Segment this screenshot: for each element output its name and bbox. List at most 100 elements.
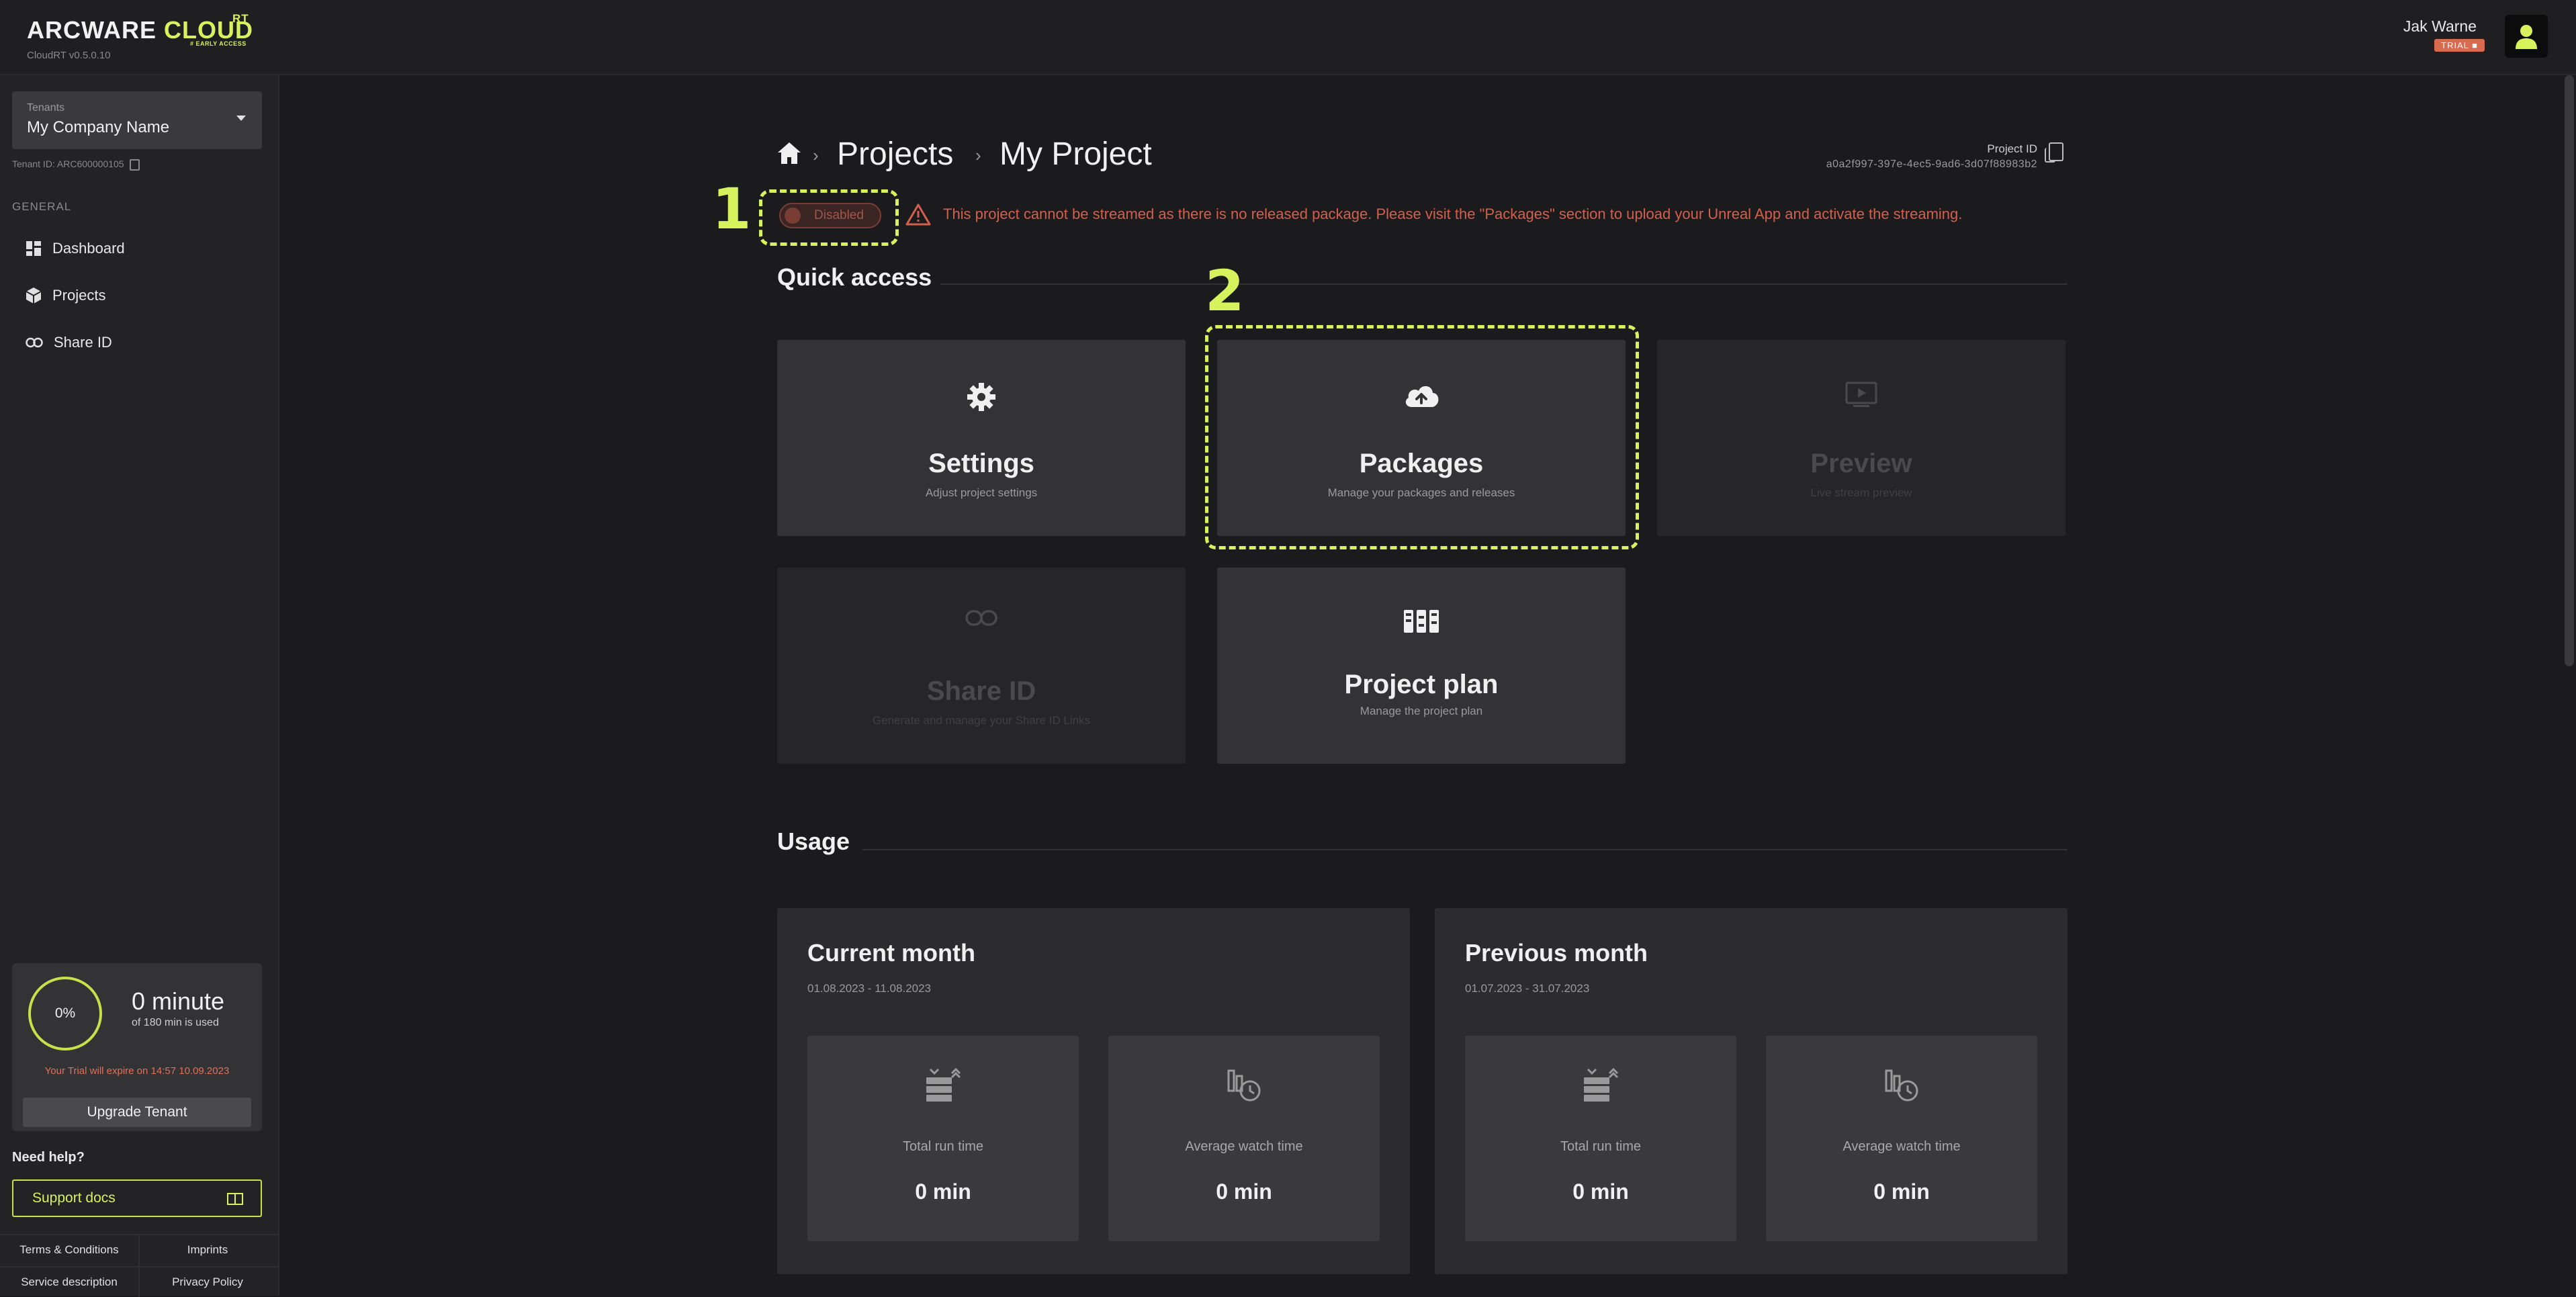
breadcrumb-separator: › — [813, 145, 819, 165]
link-icon — [965, 610, 997, 626]
panel-title: Current month — [807, 939, 975, 967]
stat-label: Total run time — [1560, 1139, 1642, 1154]
tile-title: Project plan — [1344, 670, 1499, 699]
logo-superscript: RT — [232, 12, 249, 25]
usage-minutes: 0 minute — [132, 987, 225, 1015]
usage-panel-previous-month: Previous month 01.07.2023 - 31.07.2023 T… — [1435, 908, 2068, 1274]
stat-label: Average watch time — [1842, 1139, 1961, 1154]
stat-value: 0 min — [1216, 1179, 1272, 1204]
user-name[interactable]: Jak Warne — [2403, 17, 2477, 36]
section-divider — [862, 849, 2068, 850]
panel-title: Previous month — [1465, 939, 1648, 967]
stat-value: 0 min — [915, 1179, 971, 1204]
lock-icon: ■ — [2472, 40, 2478, 50]
book-icon — [227, 1193, 243, 1205]
quick-access-heading: Quick access — [777, 263, 932, 291]
stat-total-run-time: Total run time 0 min — [807, 1036, 1079, 1241]
watch-time-icon — [1227, 1069, 1261, 1102]
sidebar-item-dashboard[interactable]: Dashboard — [26, 234, 125, 263]
warning-text: This project cannot be streamed as there… — [943, 206, 1963, 222]
tile-subtitle: Adjust project settings — [925, 486, 1038, 499]
early-access-label: # EARLY ACCESS — [190, 40, 247, 47]
annotation-marker-2: 2 — [1205, 258, 1245, 324]
section-divider — [940, 283, 2068, 285]
play-screen-icon — [1845, 382, 1877, 407]
dashboard-icon — [26, 241, 41, 256]
footer-divider — [0, 1266, 278, 1267]
stat-value: 0 min — [1873, 1179, 1930, 1204]
plan-icon — [1404, 610, 1439, 633]
breadcrumb-separator: › — [975, 145, 981, 165]
sidebar-item-share-id[interactable]: Share ID — [26, 328, 112, 357]
sidebar-item-label: Projects — [52, 287, 106, 304]
project-id-value: a0a2f997-397e-4ec5-9ad6-3d07f88983b2 — [1826, 159, 2037, 170]
usage-minutes-sub: of 180 min is used — [132, 1017, 219, 1028]
stat-value: 0 min — [1572, 1179, 1629, 1204]
breadcrumb-projects[interactable]: Projects — [837, 136, 953, 173]
sidebar-item-label: Dashboard — [52, 240, 125, 257]
warning-icon — [905, 204, 931, 226]
cloud-upload-icon — [1405, 386, 1439, 407]
usage-panel-current-month: Current month 01.08.2023 - 11.08.2023 To… — [777, 908, 1410, 1274]
support-docs-button[interactable]: Support docs — [12, 1179, 262, 1217]
tile-settings[interactable]: Settings Adjust project settings — [777, 340, 1186, 536]
imprints-link[interactable]: Imprints — [138, 1243, 277, 1257]
tile-subtitle: Live stream preview — [1810, 486, 1912, 499]
sidebar-item-projects[interactable]: Projects — [26, 281, 105, 310]
nav-section-label: GENERAL — [12, 200, 72, 213]
service-description-link[interactable]: Service description — [0, 1276, 138, 1289]
page-title: My Project — [1000, 136, 1152, 172]
terms-link[interactable]: Terms & Conditions — [0, 1243, 138, 1257]
tenant-select-label: Tenants — [27, 102, 65, 114]
tile-subtitle: Manage the project plan — [1360, 705, 1483, 717]
server-icon — [926, 1067, 961, 1102]
trial-expiry-text: Your Trial will expire on 14:57 10.09.20… — [44, 1065, 230, 1077]
copy-icon[interactable] — [129, 159, 140, 171]
page-scrollbar[interactable] — [2565, 75, 2574, 666]
tenant-select[interactable]: Tenants My Company Name — [12, 91, 262, 149]
stat-total-run-time: Total run time 0 min — [1465, 1036, 1736, 1241]
trial-badge: TRIAL ■ — [2434, 39, 2485, 52]
tile-title: Share ID — [926, 676, 1036, 706]
user-icon — [2516, 25, 2537, 49]
sidebar-footer-links: Terms & Conditions Imprints Service desc… — [0, 1234, 278, 1297]
tile-share-id: Share ID Generate and manage your Share … — [777, 568, 1186, 764]
panel-date-range: 01.07.2023 - 31.07.2023 — [1465, 982, 1590, 995]
sidebar-item-label: Share ID — [54, 334, 112, 351]
toggle-label: Disabled — [814, 208, 864, 222]
support-docs-label: Support docs — [32, 1190, 116, 1206]
tile-project-plan[interactable]: Project plan Manage the project plan — [1217, 568, 1626, 764]
tenant-select-value: My Company Name — [27, 118, 170, 136]
tile-title: Settings — [928, 449, 1034, 478]
panel-date-range: 01.08.2023 - 11.08.2023 — [807, 982, 932, 995]
need-help-heading: Need help? — [12, 1150, 85, 1165]
tile-packages[interactable]: Packages Manage your packages and releas… — [1217, 340, 1626, 536]
toggle-knob — [785, 208, 801, 224]
user-avatar-button[interactable] — [2505, 15, 2548, 58]
top-bar: ARCWARE CLOUD RT # EARLY ACCESS CloudRT v… — [0, 0, 2576, 75]
privacy-policy-link[interactable]: Privacy Policy — [138, 1276, 277, 1289]
tenant-id: Tenant ID: ARC600000105 — [12, 159, 140, 171]
home-icon[interactable] — [776, 141, 802, 165]
tile-title: Preview — [1810, 449, 1912, 478]
upgrade-tenant-button[interactable]: Upgrade Tenant — [23, 1098, 251, 1127]
copy-icon[interactable] — [2045, 142, 2063, 163]
usage-heading: Usage — [777, 828, 850, 855]
usage-progress-ring: 0% — [28, 977, 102, 1050]
trial-badge-label: TRIAL — [2441, 40, 2469, 50]
stat-label: Average watch time — [1185, 1139, 1303, 1154]
usage-percent: 0% — [54, 1005, 76, 1021]
tile-subtitle: Manage your packages and releases — [1327, 486, 1515, 499]
annotation-marker-1: 1 — [712, 176, 752, 242]
stat-label: Total run time — [902, 1139, 984, 1154]
stat-average-watch-time: Average watch time 0 min — [1108, 1036, 1380, 1241]
app-version: CloudRT v0.5.0.10 — [27, 50, 111, 61]
link-icon — [26, 337, 43, 348]
chevron-down-icon — [236, 116, 246, 121]
tile-title: Packages — [1359, 449, 1484, 478]
project-id-label: Project ID — [1987, 142, 2037, 155]
streaming-warning: This project cannot be streamed as there… — [905, 203, 1962, 226]
logo-text-main: ARCWARE — [27, 16, 164, 44]
tile-preview: Preview Live stream preview — [1657, 340, 2066, 536]
streaming-toggle[interactable]: Disabled — [779, 203, 881, 228]
